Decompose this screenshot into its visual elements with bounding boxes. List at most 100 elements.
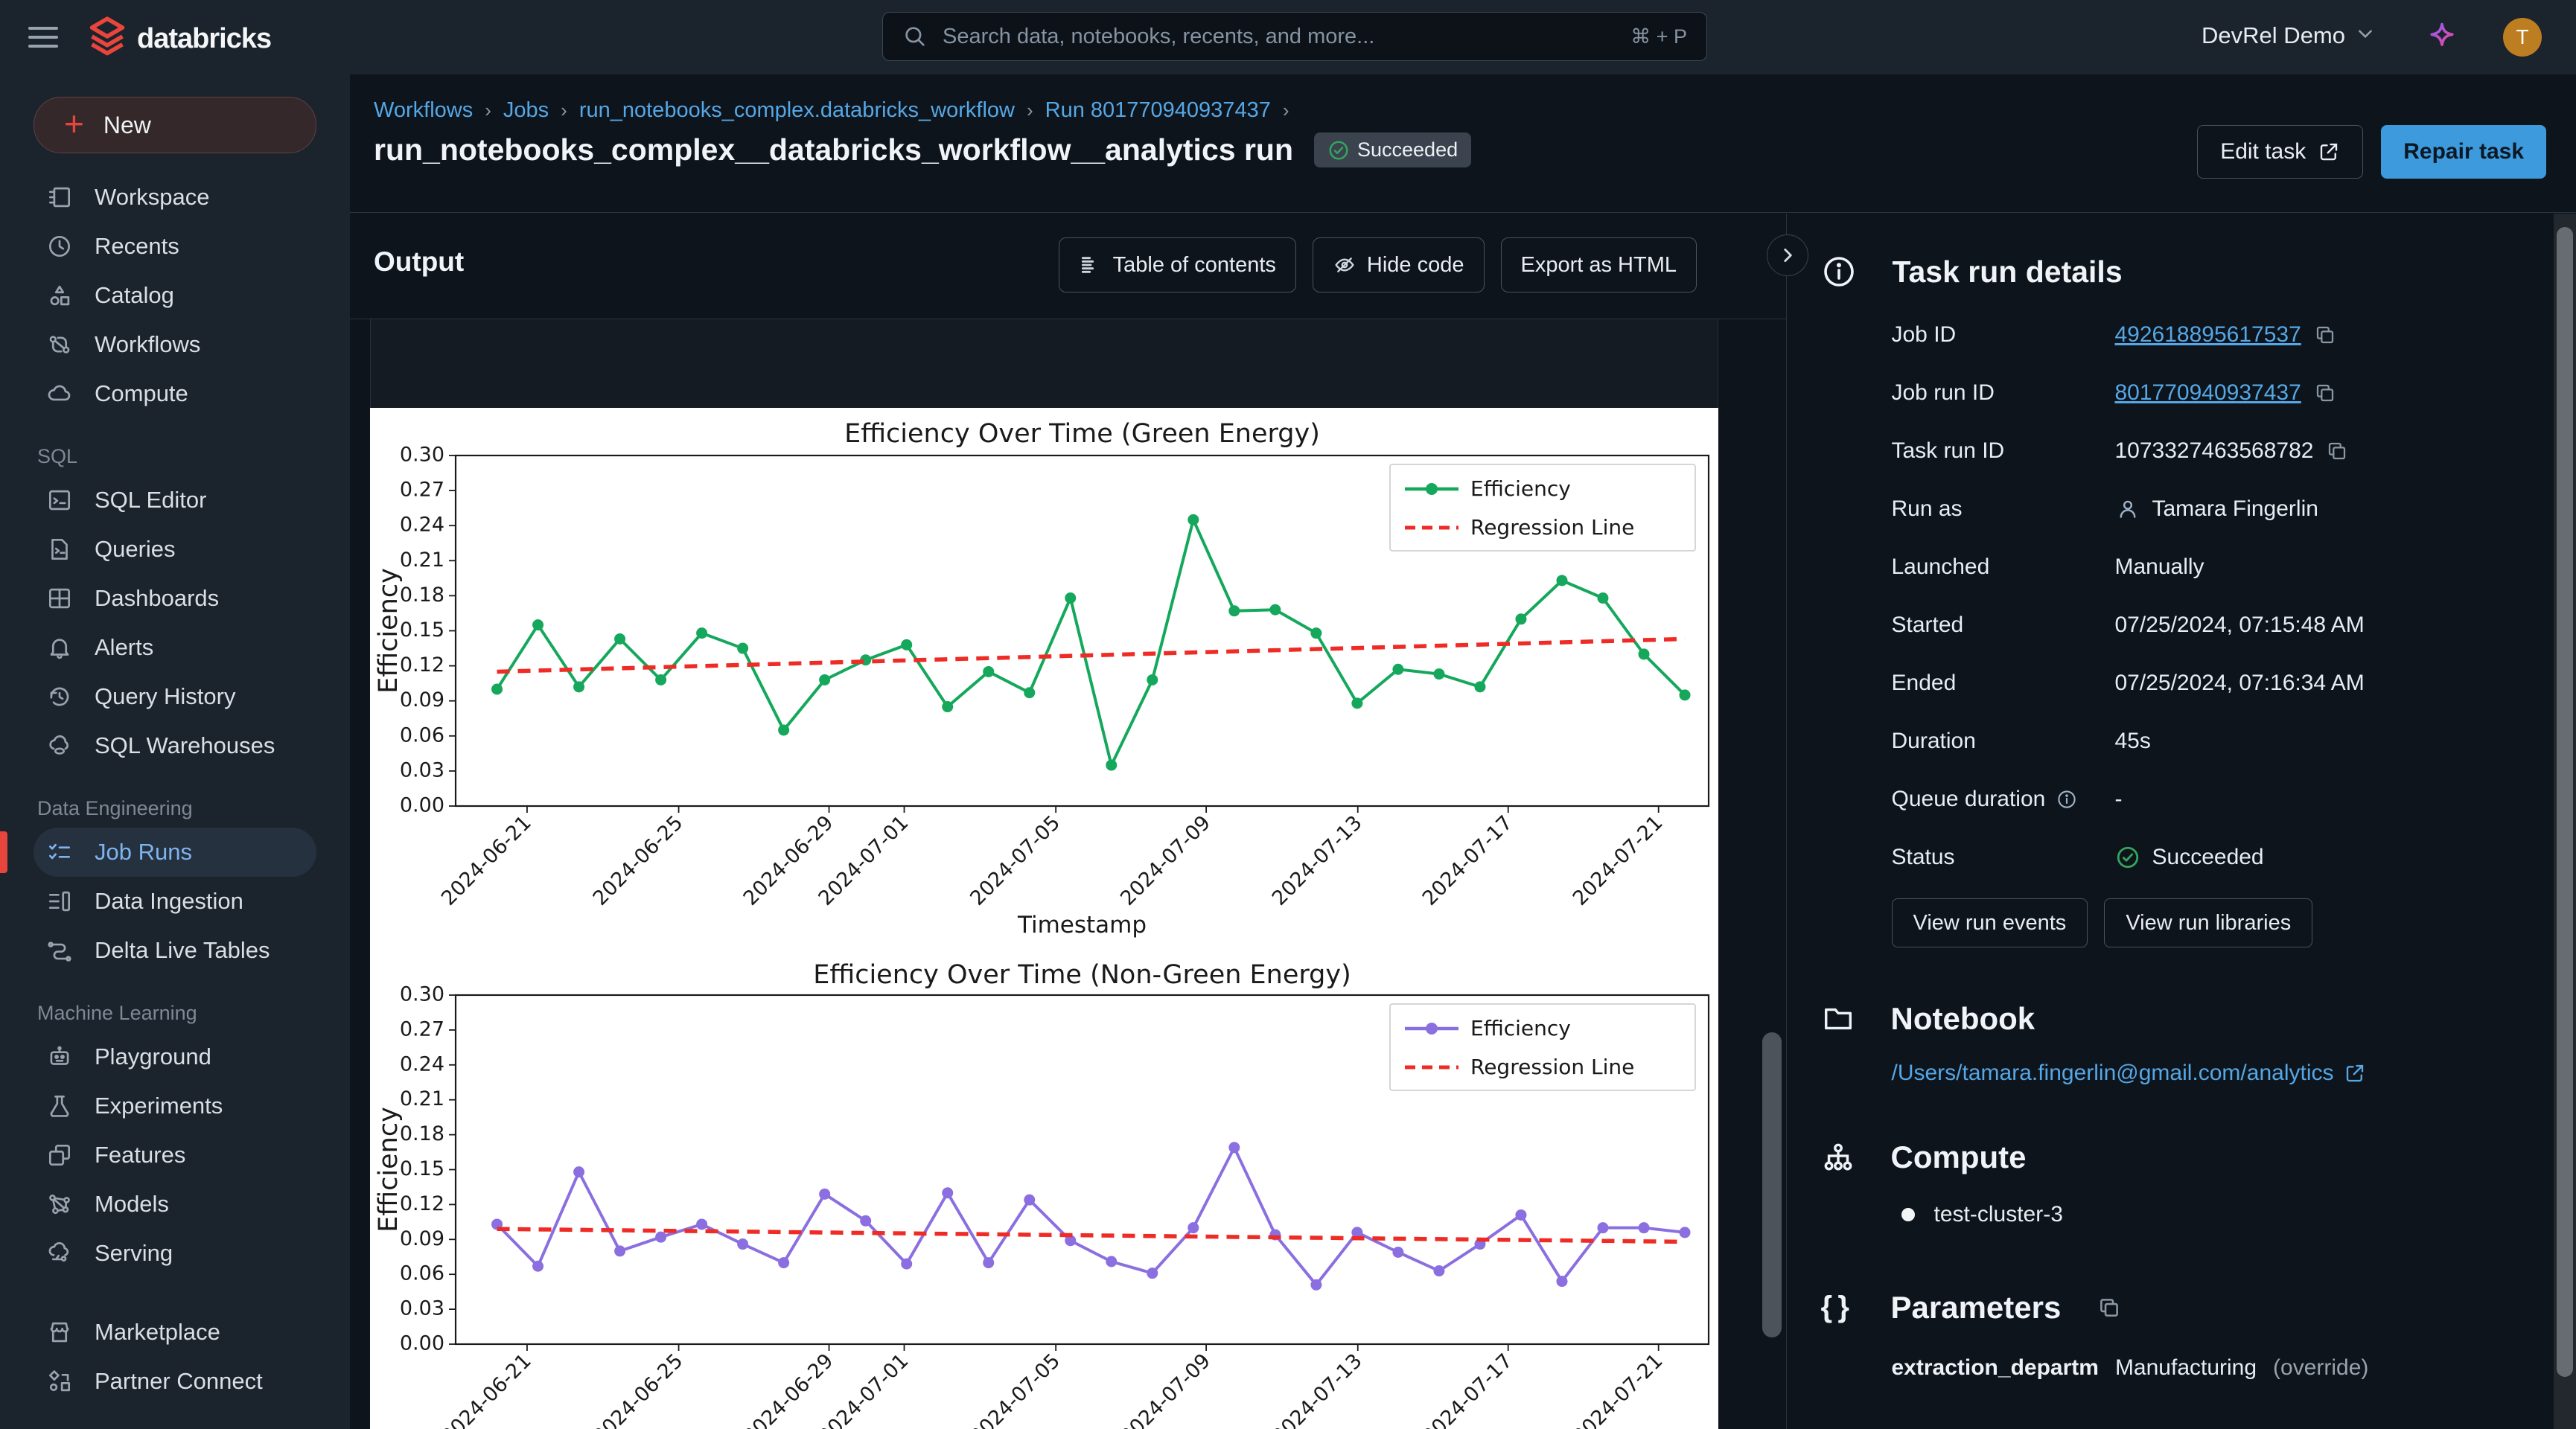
id-link[interactable]: 801770940937437 — [2115, 380, 2301, 406]
svg-text:Efficiency Over Time (Green En: Efficiency Over Time (Green Energy) — [844, 419, 1320, 449]
assistant-sparkle-icon[interactable] — [2426, 21, 2458, 54]
sidebar-item-compute[interactable]: Compute — [34, 369, 316, 418]
view-run-events-button[interactable]: View run events — [1892, 898, 2088, 947]
databricks-window: databricks Search data, notebooks, recen… — [0, 0, 2576, 1429]
sidebar-item-data-ingestion[interactable]: Data Ingestion — [34, 877, 316, 926]
list-icon — [1079, 253, 1103, 277]
sidebar-item-models[interactable]: Models — [34, 1180, 316, 1229]
experiments-icon — [45, 1092, 74, 1120]
page-header: Workflows › Jobs › run_notebooks_complex.dat… — [350, 74, 2576, 213]
cluster-status-dot — [1901, 1208, 1915, 1221]
edit-task-button[interactable]: Edit task — [2197, 125, 2363, 179]
collapse-panel-button[interactable] — [1767, 234, 1808, 276]
breadcrumb-link[interactable]: Run 801770940937437 — [1045, 98, 1271, 123]
compute-section-title: Compute — [1891, 1139, 2027, 1175]
copy-icon[interactable] — [2325, 439, 2349, 463]
svg-text:0.00: 0.00 — [400, 1332, 444, 1355]
sidebar: + New Workspace Recents Catalog Workflow… — [0, 74, 350, 1429]
task-detail-row: Started07/25/2024, 07:15:48 AM — [1892, 596, 2554, 654]
notebook-path-link[interactable]: /Users/tamara.fingerlin@gmail.com/analyt… — [1892, 1061, 2554, 1086]
sql-warehouses-icon — [45, 732, 74, 760]
svg-text:0.12: 0.12 — [400, 653, 444, 677]
notebook-section-title: Notebook — [1891, 1001, 2035, 1037]
svg-text:Efficiency: Efficiency — [1470, 476, 1571, 501]
playground-icon — [45, 1043, 74, 1071]
marketplace-icon — [45, 1318, 74, 1346]
sidebar-item-sql-editor[interactable]: SQL Editor — [34, 476, 316, 525]
sidebar-item-serving[interactable]: Serving — [34, 1229, 316, 1278]
person-icon — [2115, 496, 2140, 522]
breadcrumb-chevron-icon: › — [485, 99, 491, 122]
sidebar-item-alerts[interactable]: Alerts — [34, 623, 316, 672]
svg-text:0.24: 0.24 — [400, 1052, 444, 1075]
breadcrumb-link[interactable]: Workflows — [374, 98, 473, 123]
chevron-right-icon — [1778, 246, 1797, 265]
databricks-logo[interactable]: databricks — [88, 16, 271, 62]
compute-cluster-icon — [1821, 1140, 1855, 1174]
sidebar-item-job-runs[interactable]: Job Runs — [34, 828, 316, 877]
new-button[interactable]: + New — [34, 97, 316, 153]
sidebar-item-recents[interactable]: Recents — [34, 222, 316, 271]
svg-text:0.30: 0.30 — [400, 983, 444, 1006]
cluster-item[interactable]: test-cluster-3 — [1901, 1202, 2554, 1227]
hamburger-menu-icon[interactable] — [28, 22, 58, 52]
repair-task-button[interactable]: Repair task — [2381, 125, 2546, 179]
external-link-icon — [2318, 141, 2340, 163]
global-search-input[interactable]: Search data, notebooks, recents, and mor… — [882, 12, 1707, 61]
sidebar-item-query-history[interactable]: Query History — [34, 672, 316, 721]
sidebar-item-delta-live-tables[interactable]: Delta Live Tables — [34, 926, 316, 975]
task-detail-row: Run asTamara Fingerlin — [1892, 480, 2554, 538]
sidebar-item-marketplace[interactable]: Marketplace — [34, 1308, 316, 1357]
svg-text:0.21: 0.21 — [400, 549, 444, 572]
sidebar-item-workspace[interactable]: Workspace — [34, 173, 316, 222]
export-as-html-button[interactable]: Export as HTML — [1501, 237, 1697, 292]
copy-icon[interactable] — [2313, 381, 2337, 405]
output-title: Output — [374, 246, 464, 278]
models-icon — [45, 1190, 74, 1218]
workspace-selector[interactable]: DevRel Demo — [2202, 22, 2375, 49]
table-of-contents-button[interactable]: Table of contents — [1059, 237, 1296, 292]
page-title: run_notebooks_complex__databricks_workfl… — [374, 132, 1293, 167]
notebook-output-area[interactable]: Efficiency Over Time (Green Energy) 0.00 0… — [350, 319, 1786, 1429]
sidebar-item-catalog[interactable]: Catalog — [34, 271, 316, 320]
svg-text:0.03: 0.03 — [400, 1297, 444, 1320]
window-scrollbar[interactable] — [2557, 227, 2573, 1377]
copy-icon[interactable] — [2313, 323, 2337, 347]
dashboards-icon — [45, 584, 74, 613]
check-circle-icon — [1327, 139, 1350, 162]
copy-icon[interactable] — [2097, 1295, 2122, 1320]
view-run-libraries-button[interactable]: View run libraries — [2104, 898, 2312, 947]
task-run-details-panel: Task run details Job ID492618895617537Jo… — [1788, 214, 2554, 1429]
output-scrollbar[interactable] — [1762, 1032, 1782, 1337]
avatar[interactable]: T — [2503, 18, 2542, 57]
sidebar-item-experiments[interactable]: Experiments — [34, 1081, 316, 1131]
svg-text:0.06: 0.06 — [400, 723, 444, 747]
sidebar-item-sql-warehouses[interactable]: SQL Warehouses — [34, 721, 316, 770]
svg-text:0.30: 0.30 — [400, 444, 444, 467]
hide-code-button[interactable]: Hide code — [1313, 237, 1485, 292]
sidebar-item-playground[interactable]: Playground — [34, 1032, 316, 1081]
sidebar-item-queries[interactable]: Queries — [34, 525, 316, 574]
svg-text:0.18: 0.18 — [400, 584, 444, 607]
databricks-logo-icon — [88, 16, 127, 62]
collapsed-code-cell — [370, 319, 1718, 408]
breadcrumb-link[interactable]: run_notebooks_complex.databricks_workflo… — [579, 98, 1015, 123]
svg-text:0.03: 0.03 — [400, 758, 444, 781]
catalog-icon — [45, 281, 74, 310]
data-ingestion-icon — [45, 887, 74, 915]
task-detail-row: Queue duration- — [1892, 770, 2554, 828]
sidebar-item-dashboards[interactable]: Dashboards — [34, 574, 316, 623]
breadcrumb-chevron-icon: › — [1283, 99, 1289, 122]
breadcrumb-link[interactable]: Jobs — [503, 98, 549, 123]
sidebar-item-partner-connect[interactable]: Partner Connect — [34, 1357, 316, 1406]
sidebar-item-features[interactable]: Features — [34, 1131, 316, 1180]
sidebar-section-header: SQL — [37, 445, 350, 468]
info-icon[interactable] — [2056, 788, 2078, 811]
check-circle-icon — [2115, 845, 2140, 870]
breadcrumb-chevron-icon: › — [561, 99, 567, 122]
id-link[interactable]: 492618895617537 — [2115, 322, 2301, 348]
sidebar-item-workflows[interactable]: Workflows — [34, 320, 316, 369]
svg-text:0.21: 0.21 — [400, 1087, 444, 1110]
svg-text:0.09: 0.09 — [400, 688, 444, 712]
task-detail-row: StatusSucceeded — [1892, 828, 2554, 886]
